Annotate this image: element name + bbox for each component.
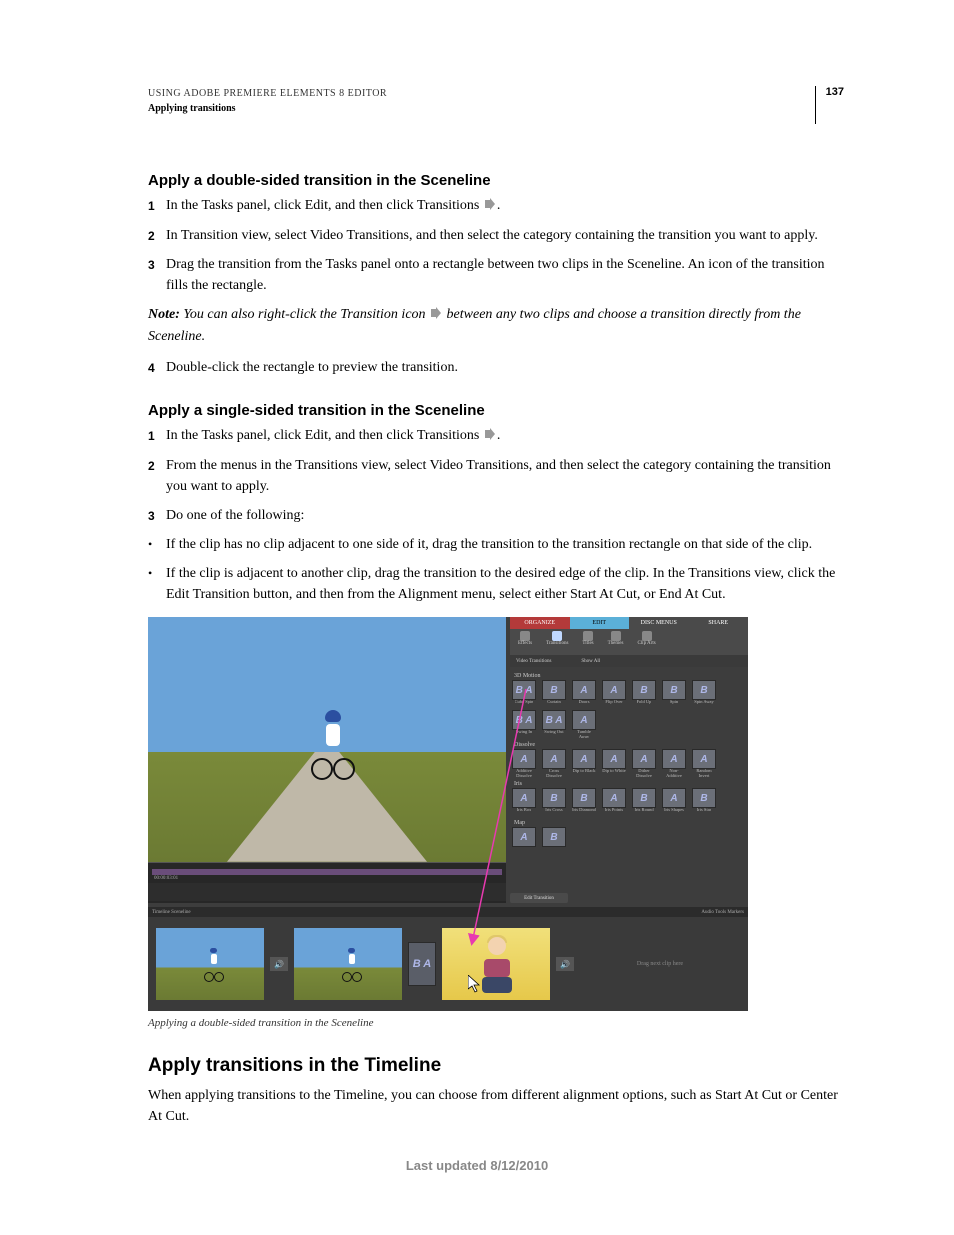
audio-icon[interactable]: 🔊 bbox=[556, 957, 574, 971]
transitions-icon bbox=[485, 426, 495, 447]
audio-icon[interactable]: 🔊 bbox=[270, 957, 288, 971]
section-dissolve: Dissolve bbox=[514, 742, 742, 748]
preview-monitor bbox=[148, 617, 506, 862]
section-map: Map bbox=[514, 820, 742, 826]
clip-2[interactable] bbox=[294, 928, 402, 1000]
transition-thumb[interactable]: BSpin Away bbox=[692, 680, 716, 708]
heading-timeline: Apply transitions in the Timeline bbox=[148, 1055, 844, 1077]
transition-thumb[interactable]: ATumble Away bbox=[572, 710, 596, 738]
workspace-tabs: ORGANIZE EDIT DISC MENUS SHARE bbox=[510, 617, 748, 629]
header-product-title: USING ADOBE PREMIERE ELEMENTS 8 EDITOR bbox=[148, 86, 387, 101]
bullet-1: If the clip has no clip adjacent to one … bbox=[148, 534, 844, 555]
heading-double-sided: Apply a double-sided transition in the S… bbox=[148, 172, 844, 189]
header-left: USING ADOBE PREMIERE ELEMENTS 8 EDITOR A… bbox=[148, 86, 387, 116]
document-page: USING ADOBE PREMIERE ELEMENTS 8 EDITOR A… bbox=[0, 0, 954, 1235]
tab-organize[interactable]: ORGANIZE bbox=[510, 617, 570, 629]
tab-disc-menus[interactable]: DISC MENUS bbox=[629, 617, 689, 629]
transition-thumb[interactable]: BIris Round bbox=[632, 788, 656, 816]
themes-button[interactable]: Themes bbox=[608, 631, 624, 646]
transition-thumb[interactable]: ADip to Black bbox=[572, 749, 596, 777]
transition-thumb[interactable]: AIris Box bbox=[512, 788, 536, 816]
drop-zone[interactable]: Drag next clip here bbox=[580, 928, 740, 1000]
transition-thumb[interactable]: B ACube Spin bbox=[512, 680, 536, 708]
transition-thumb[interactable]: A bbox=[512, 827, 536, 855]
edit-transition-button[interactable]: Edit Transition bbox=[510, 893, 568, 903]
transition-thumb[interactable]: AIris Points bbox=[602, 788, 626, 816]
transitions-icon bbox=[431, 305, 441, 326]
step-2: 2From the menus in the Transitions view,… bbox=[148, 455, 844, 497]
bullets-single-sided: If the clip has no clip adjacent to one … bbox=[148, 534, 844, 605]
clip-3[interactable] bbox=[442, 928, 550, 1000]
transition-thumb[interactable]: AIris Shapes bbox=[662, 788, 686, 816]
tab-edit[interactable]: EDIT bbox=[570, 617, 630, 629]
steps-single-sided: 1 In the Tasks panel, click Edit, and th… bbox=[148, 425, 844, 526]
transition-thumb[interactable]: ADip to White bbox=[602, 749, 626, 777]
page-header: USING ADOBE PREMIERE ELEMENTS 8 EDITOR A… bbox=[148, 86, 844, 124]
figure-caption: Applying a double-sided transition in th… bbox=[148, 1017, 844, 1029]
step-2: 2In Transition view, select Video Transi… bbox=[148, 225, 844, 246]
step-3: 3Do one of the following: bbox=[148, 505, 844, 526]
clip-1[interactable] bbox=[156, 928, 264, 1000]
transition-thumb[interactable]: BFold Up bbox=[632, 680, 656, 708]
transition-thumb[interactable]: B bbox=[542, 827, 566, 855]
footer: Last updated 8/12/2010 bbox=[0, 1158, 954, 1173]
sceneline: 🔊 B A 🔊 Drag next clip here bbox=[148, 917, 748, 1011]
step-3: 3Drag the transition from the Tasks pane… bbox=[148, 254, 844, 296]
transition-thumb[interactable]: ACross Dissolve bbox=[542, 749, 566, 777]
transition-thumb[interactable]: B ASwing Out bbox=[542, 710, 566, 738]
transition-thumb[interactable]: BSpin bbox=[662, 680, 686, 708]
effects-button[interactable]: Effects bbox=[518, 631, 532, 646]
sceneline-header: Timeline Sceneline Audio Tools Markers bbox=[148, 907, 748, 917]
bullet-2: If the clip is adjacent to another clip,… bbox=[148, 563, 844, 605]
transition-drop-rectangle[interactable]: B A bbox=[408, 942, 436, 986]
transition-thumb[interactable]: ADoors bbox=[572, 680, 596, 708]
section-iris: Iris bbox=[514, 781, 742, 787]
heading-single-sided: Apply a single-sided transition in the S… bbox=[148, 402, 844, 419]
transition-thumb[interactable]: B ASwing In bbox=[512, 710, 536, 738]
titles-button[interactable]: Titles bbox=[582, 631, 593, 646]
note: Note: You can also right-click the Trans… bbox=[148, 304, 844, 347]
header-chapter: Applying transitions bbox=[148, 101, 387, 116]
step-1: 1 In the Tasks panel, click Edit, and th… bbox=[148, 195, 844, 217]
steps-double-sided-cont: 4Double-click the rectangle to preview t… bbox=[148, 357, 844, 378]
transitions-button[interactable]: Transitions bbox=[546, 631, 568, 646]
clip-arts-button[interactable]: Clip Arts bbox=[637, 631, 655, 646]
playback-controls[interactable]: 00:00:03:01 bbox=[148, 862, 506, 903]
transition-thumb[interactable]: ADither Dissolve bbox=[632, 749, 656, 777]
tab-share[interactable]: SHARE bbox=[689, 617, 749, 629]
video-transitions-select[interactable]: Video Transitions bbox=[516, 659, 551, 664]
paragraph-timeline: When applying transitions to the Timelin… bbox=[148, 1085, 844, 1127]
page-number: 137 bbox=[815, 86, 844, 124]
transition-thumb[interactable]: BIris Diamond bbox=[572, 788, 596, 816]
steps-double-sided: 1 In the Tasks panel, click Edit, and th… bbox=[148, 195, 844, 296]
transition-thumb[interactable]: BIris Star bbox=[692, 788, 716, 816]
transition-thumb[interactable]: ARandom Invert bbox=[692, 749, 716, 777]
transitions-icon bbox=[485, 196, 495, 217]
transition-thumb[interactable]: ANon-Additive Dissolve bbox=[662, 749, 686, 777]
transitions-grid: 3D Motion B ACube SpinBCurtainADoorsAFli… bbox=[510, 667, 744, 897]
transition-thumb[interactable]: AFlip Over bbox=[602, 680, 626, 708]
transition-thumb[interactable]: BIris Cross bbox=[542, 788, 566, 816]
figure: 00:00:03:01 ORGANIZE EDIT DISC MENUS SHA… bbox=[148, 617, 844, 1029]
filter-bar: Video Transitions Show All bbox=[510, 655, 748, 667]
screenshot: 00:00:03:01 ORGANIZE EDIT DISC MENUS SHA… bbox=[148, 617, 748, 1011]
show-all-select[interactable]: Show All bbox=[581, 659, 600, 664]
step-4: 4Double-click the rectangle to preview t… bbox=[148, 357, 844, 378]
section-3d-motion: 3D Motion bbox=[514, 673, 742, 679]
transition-thumb[interactable]: AAdditive Dissolve bbox=[512, 749, 536, 777]
step-1: 1 In the Tasks panel, click Edit, and th… bbox=[148, 425, 844, 447]
transition-thumb[interactable]: BCurtain bbox=[542, 680, 566, 708]
cursor-icon bbox=[468, 975, 482, 993]
